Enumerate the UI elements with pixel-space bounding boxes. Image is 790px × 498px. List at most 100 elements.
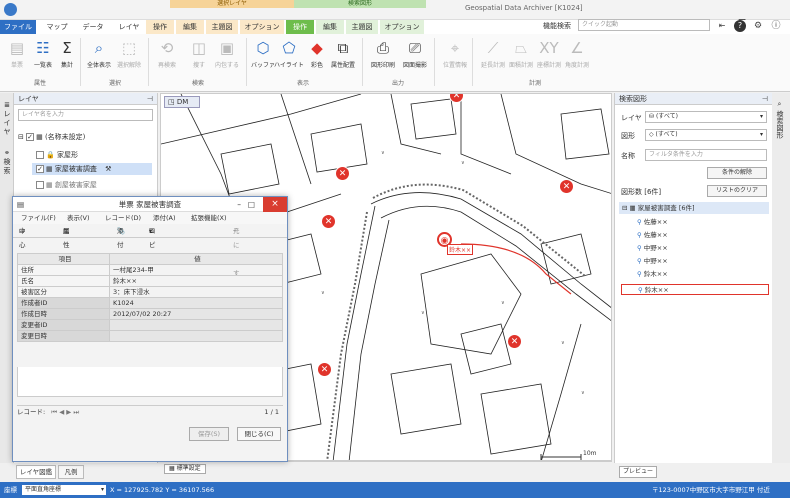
- tab-theme-map-search[interactable]: 主題図: [346, 20, 378, 34]
- layer-damage-label: 家屋被害調査: [54, 165, 97, 173]
- layer-item-house[interactable]: 🔒 家屋形: [36, 149, 78, 161]
- damage-marker-icon[interactable]: ✕: [317, 362, 332, 377]
- layer-item-damaged-house[interactable]: ▦ 創屋被害家屋: [36, 179, 97, 191]
- tab-options[interactable]: オプション: [240, 20, 284, 34]
- table-row[interactable]: 作成者ID K1024: [17, 297, 283, 309]
- clear-list-button[interactable]: リストのクリア: [707, 185, 767, 197]
- menu-extension[interactable]: 拡張機能(X): [191, 212, 227, 224]
- zoom-all-button[interactable]: ⌕ 全体表示: [82, 38, 116, 69]
- layer-damage-checkbox[interactable]: ✓: [36, 165, 44, 173]
- attr-value[interactable]: 一村尾234-甲: [109, 264, 283, 276]
- table-row[interactable]: 氏名 鈴木××: [17, 275, 283, 287]
- deselect-button[interactable]: ⬚ 選択解除: [112, 38, 146, 69]
- drawing-capture-button[interactable]: ⎚ 図面撮影: [398, 38, 432, 69]
- result-item[interactable]: ⚲ 中野××: [637, 243, 668, 254]
- layer-search-input[interactable]: レイヤ名を入力: [18, 109, 153, 121]
- damage-marker-icon[interactable]: ✕: [321, 214, 336, 229]
- side-tab-search-shape[interactable]: ⌕ 検索図形: [775, 101, 784, 138]
- tab-layer-catalog[interactable]: レイヤ図鑑: [16, 465, 56, 479]
- layer-item-root[interactable]: ⊟ ✓ ▦ (名称未設定): [18, 131, 85, 143]
- table-row[interactable]: 変更日時: [17, 330, 283, 342]
- tab-map[interactable]: マップ: [40, 20, 74, 34]
- table-row[interactable]: 被害区分 3：床下浸水: [17, 286, 283, 298]
- damage-marker-icon[interactable]: ✕: [507, 334, 522, 349]
- table-row[interactable]: 作成日時 2012/07/02 20:27: [17, 308, 283, 320]
- aggregate-button[interactable]: Σ 集計: [50, 38, 84, 69]
- area-measure-label: 面積計測: [508, 62, 533, 69]
- layer-item-damage-survey[interactable]: ✓ ▦ 家屋被害調査 ⚒: [32, 163, 152, 175]
- tab-operate-search[interactable]: 操作: [286, 20, 314, 34]
- side-tab-search[interactable]: ⚭ 検索: [1, 149, 13, 176]
- group-icon: ▦: [629, 204, 636, 212]
- tab-theme-map[interactable]: 主題図: [206, 20, 238, 34]
- result-item[interactable]: ⚲ 鈴木××: [637, 269, 668, 280]
- shape-filter-select[interactable]: ◇ (すべて) ▾: [645, 129, 767, 141]
- attribute-table: 項目値 住所 一村尾234-甲 氏名 鈴木×× 被害区分 3：床下浸水 作成者ID K1…: [17, 253, 283, 342]
- contain-button[interactable]: ▣ 内包する: [210, 38, 244, 69]
- table-row[interactable]: 住所 一村尾234-甲: [17, 264, 283, 276]
- menu-file[interactable]: ファイル(F): [21, 212, 56, 224]
- layer-damaged-checkbox[interactable]: [36, 181, 44, 189]
- tab-legend[interactable]: 凡例: [58, 465, 84, 479]
- dialog-close-icon[interactable]: ×: [263, 197, 287, 212]
- result-group[interactable]: ⊟ ▦ 家屋被害調査 [6件]: [619, 202, 769, 214]
- settings-icon[interactable]: ⚙: [752, 20, 764, 32]
- layer-filter-select[interactable]: ⛁ (すべて) ▾: [645, 111, 767, 123]
- tab-edit[interactable]: 編集: [176, 20, 204, 34]
- crs-select[interactable]: 平面直角座標 ▾: [22, 485, 106, 495]
- preview-button[interactable]: プレビュー: [619, 466, 657, 478]
- location-info-button[interactable]: ⌖ 位置情報: [438, 38, 472, 69]
- color-fill-icon: ◆: [311, 39, 323, 57]
- attr-value[interactable]: 3：床下浸水: [109, 286, 283, 298]
- map-tab-dm[interactable]: ◳ DM: [164, 96, 200, 108]
- result-item[interactable]: ⚲ 中野××: [637, 256, 668, 267]
- research-label: 再検索: [157, 62, 176, 69]
- table-row[interactable]: 変更者ID: [17, 319, 283, 331]
- menu-attachment[interactable]: 添付(A): [153, 212, 176, 224]
- close-button[interactable]: 閉じる(C): [237, 427, 281, 441]
- quick-search-input[interactable]: クイック起動: [578, 19, 710, 31]
- tab-options-search[interactable]: オプション: [380, 20, 424, 34]
- group-output: 出力: [391, 80, 404, 87]
- tab-layer[interactable]: レイヤ: [112, 20, 146, 34]
- layer-root-checkbox[interactable]: ✓: [26, 133, 35, 141]
- layer-filter-value: (すべて): [655, 113, 678, 120]
- result-item[interactable]: ⚲ 佐藤××: [637, 217, 668, 228]
- attr-key: 被害区分: [17, 286, 110, 298]
- result-group-label: 家屋被害調査 [6件]: [637, 204, 695, 212]
- research-button[interactable]: ⟲ 再検索: [150, 38, 184, 69]
- angle-measure-button[interactable]: ∠ 角度計測: [560, 38, 594, 69]
- map-view-setting[interactable]: ▦ 標準設定: [164, 464, 206, 474]
- info-icon[interactable]: ⓘ: [770, 20, 782, 32]
- name-filter-input[interactable]: フィルタ条件を入力: [645, 149, 767, 161]
- menu-record[interactable]: レコード(D): [105, 212, 141, 224]
- pin-icon[interactable]: ⊣: [147, 93, 153, 105]
- help-icon[interactable]: ?: [734, 20, 746, 32]
- quick-search-label: 機能検索: [543, 22, 571, 30]
- result-item-selected[interactable]: ⚲ 鈴木××: [621, 284, 769, 295]
- window-title: Geospatial Data Archiver [K1024]: [465, 4, 583, 12]
- layer-house-checkbox[interactable]: [36, 151, 44, 159]
- attr-value[interactable]: 鈴木××: [109, 275, 283, 287]
- damage-marker-icon[interactable]: ✕: [335, 166, 350, 181]
- attribute-place-button[interactable]: ⧉ 属性配置: [326, 38, 360, 69]
- record-nav-buttons[interactable]: ⏮ ◀ ▶ ⏭: [51, 408, 79, 416]
- tab-operate[interactable]: 操作: [146, 20, 174, 34]
- pin-icon[interactable]: ⊣: [762, 93, 768, 105]
- result-item[interactable]: ⚲ 佐藤××: [637, 230, 668, 241]
- side-tab-layer[interactable]: ≣ レイヤ: [1, 101, 13, 137]
- print-shape-button[interactable]: ⎙ 図形印刷: [366, 38, 400, 69]
- maximize-icon[interactable]: □: [248, 197, 255, 212]
- group-measure: 計測: [528, 80, 541, 87]
- save-button[interactable]: 保存(S): [189, 427, 229, 441]
- release-condition-button[interactable]: 条件の解除: [707, 167, 767, 179]
- pin-ribbon-icon[interactable]: ⇤: [716, 20, 728, 32]
- minimize-icon[interactable]: –: [237, 197, 241, 212]
- tab-data[interactable]: データ: [76, 20, 110, 34]
- menu-view[interactable]: 表示(V): [67, 212, 90, 224]
- tab-edit-search[interactable]: 編集: [316, 20, 344, 34]
- group-display: 表示: [296, 80, 309, 87]
- color-label: 彩色: [310, 62, 323, 69]
- damage-marker-icon[interactable]: ✕: [559, 179, 574, 194]
- tab-file[interactable]: ファイル: [0, 20, 36, 34]
